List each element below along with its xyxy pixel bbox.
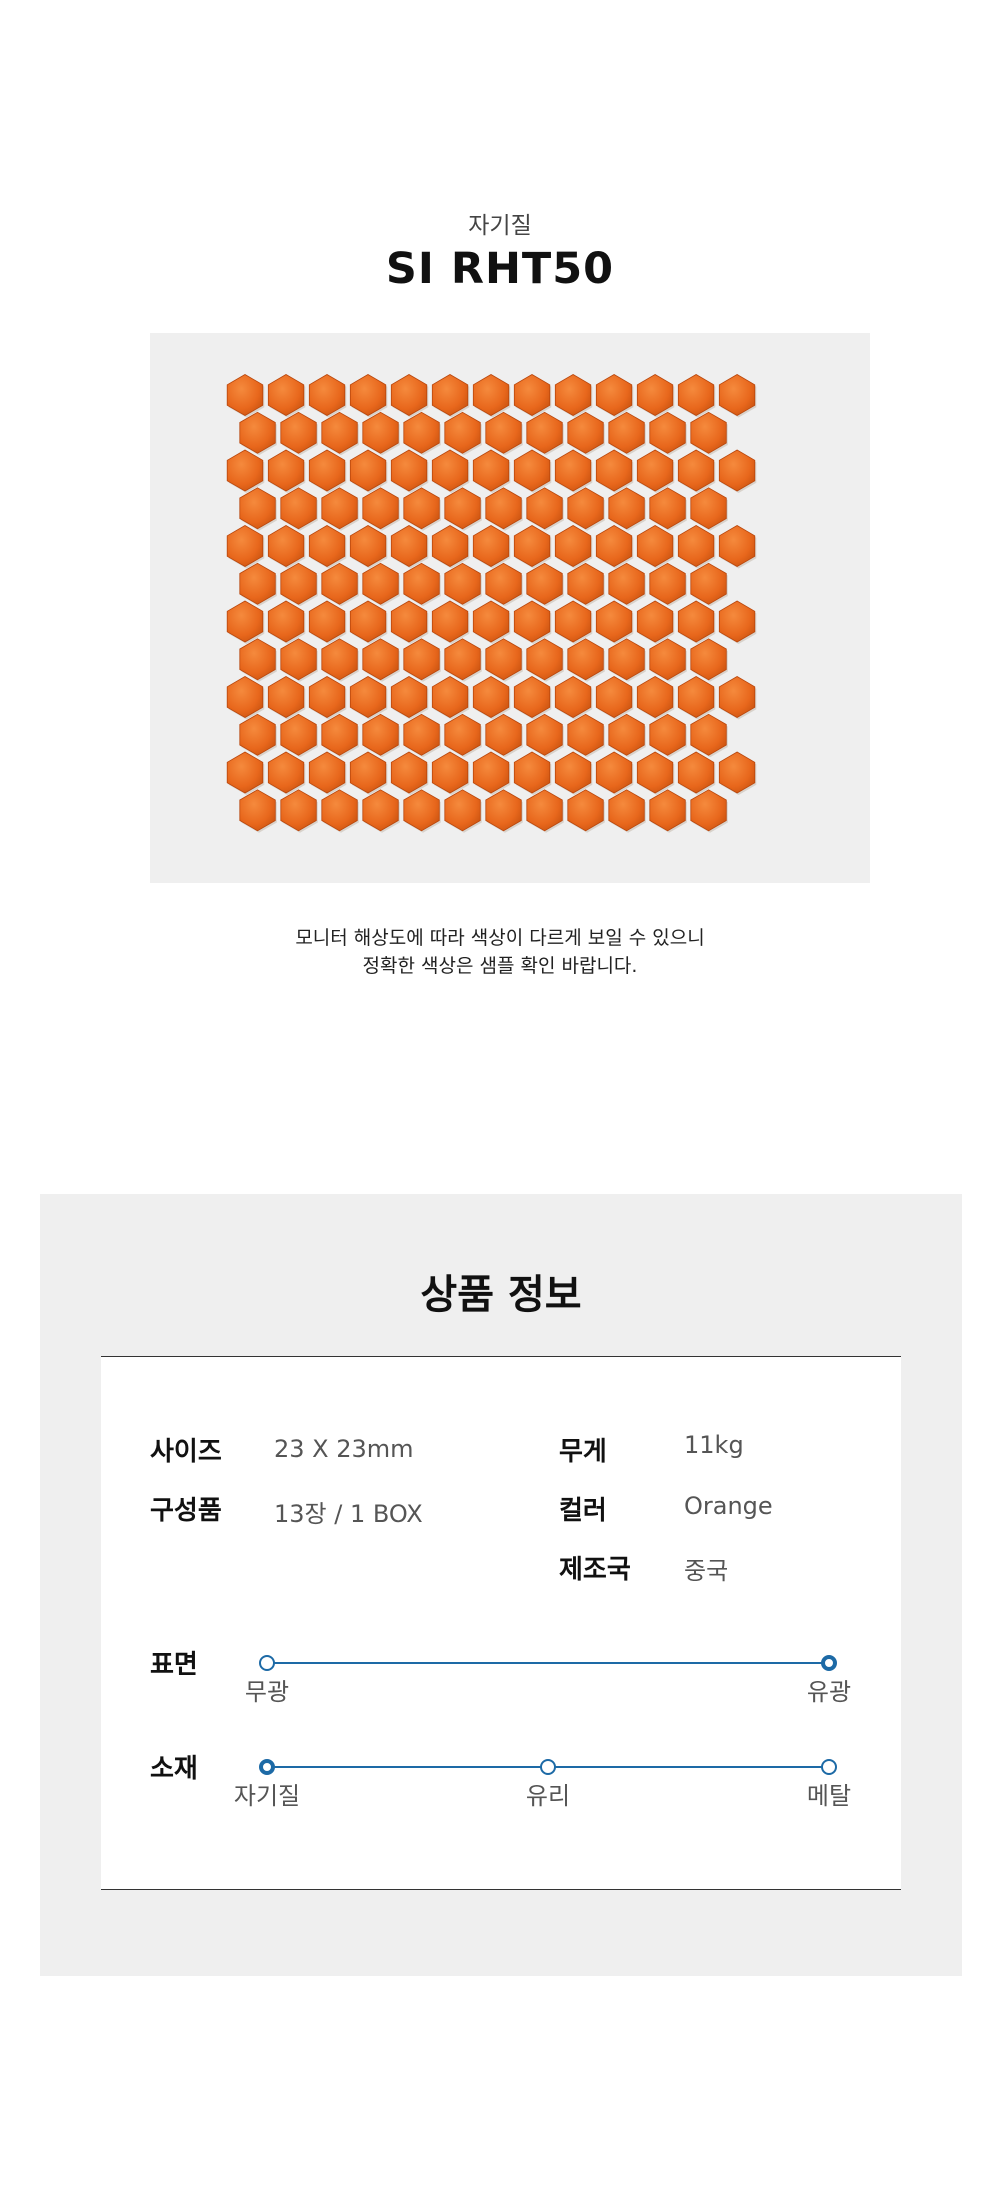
material-option-dot (821, 1759, 837, 1775)
material-option-dot (540, 1759, 556, 1775)
color-notice-line-1: 모니터 해상도에 따라 색상이 다르게 보일 수 있으니 (295, 927, 705, 949)
origin-label: 제조국 (559, 1555, 631, 1585)
size-value: 23 X 23mm (274, 1435, 414, 1463)
product-category: 자기질 (468, 213, 532, 239)
size-label: 사이즈 (150, 1437, 222, 1467)
weight-value: 11kg (684, 1431, 744, 1459)
color-notice-line-2: 정확한 색상은 샘플 확인 바랍니다. (362, 955, 638, 977)
product-title: SI RHT50 (385, 244, 615, 294)
surface-scale-line (267, 1662, 829, 1664)
surface-option-label: 유광 (806, 1678, 852, 1706)
surface-option-dot (821, 1655, 837, 1671)
weight-label: 무게 (559, 1437, 607, 1467)
surface-scale: 무광 유광 (245, 1655, 851, 1706)
surface-option-label: 무광 (244, 1678, 290, 1706)
material-scale: 자기질 유리 메탈 (234, 1759, 851, 1810)
product-image (150, 333, 870, 883)
material-option-label: 자기질 (233, 1782, 301, 1810)
surface-label: 표면 (150, 1650, 198, 1680)
composition-label: 구성품 (150, 1496, 222, 1526)
product-info-heading: 상품 정보 (420, 1272, 582, 1318)
color-label: 컬러 (559, 1496, 607, 1526)
product-info-section: 상품 정보 사이즈 23 X 23mm 구성품 13장 / 1 BOX 무게 1… (40, 1194, 962, 1976)
color-value: Orange (684, 1492, 773, 1520)
material-option-label: 유리 (525, 1782, 571, 1810)
hexagon-mosaic-image (226, 374, 757, 833)
composition-value: 13장 / 1 BOX (274, 1500, 423, 1528)
color-notice: 모니터 해상도에 따라 색상이 다르게 보일 수 있으니 정확한 색상은 샘플 … (0, 924, 1000, 980)
material-option-label: 메탈 (806, 1782, 852, 1810)
material-label: 소재 (150, 1754, 198, 1784)
surface-option-dot (259, 1655, 275, 1671)
product-info-card: 사이즈 23 X 23mm 구성품 13장 / 1 BOX 무게 11kg 컬러… (101, 1356, 901, 1890)
material-option-dot (259, 1759, 275, 1775)
origin-value: 중국 (684, 1557, 729, 1585)
